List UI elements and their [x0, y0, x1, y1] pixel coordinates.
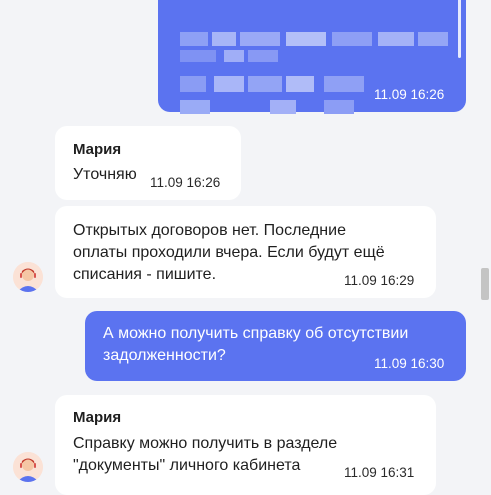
- chat-history: 11.09 16:26 Мария Уточняю 11.09 16:26 От…: [0, 0, 491, 495]
- sender-name: Мария: [73, 141, 122, 158]
- chat-scrollbar-thumb[interactable]: [481, 268, 489, 300]
- incoming-message[interactable]: Мария Справку можно получить в разделе "…: [55, 395, 436, 495]
- outgoing-message-blurred[interactable]: 11.09 16:26: [158, 0, 466, 114]
- message-text-line: задолженности?: [103, 347, 226, 364]
- chat-scrollbar-track[interactable]: [478, 0, 491, 486]
- sender-name: Мария: [73, 409, 122, 426]
- message-text-line: "документы" личного кабинета: [73, 457, 301, 474]
- incoming-message[interactable]: Открытых договоров нет. Последние оплаты…: [55, 206, 436, 298]
- message-time: 11.09 16:29: [344, 273, 415, 288]
- message-text: Уточняю: [73, 166, 137, 183]
- message-time: 11.09 16:30: [374, 356, 445, 371]
- message-time: 11.09 16:26: [374, 87, 445, 102]
- message-time: 11.09 16:31: [344, 465, 415, 480]
- agent-avatar-icon: [13, 262, 43, 292]
- blurred-content: [174, 2, 448, 114]
- message-text-line: списания - пишите.: [73, 266, 217, 283]
- message-text-line: Открытых договоров нет. Последние: [73, 222, 346, 239]
- message-text-line: Справку можно получить в разделе: [73, 435, 338, 452]
- agent-avatar-icon: [13, 452, 43, 482]
- message-scrollbar[interactable]: [458, 0, 461, 58]
- message-text-line: оплаты проходили вчера. Если будут ещё: [73, 244, 385, 261]
- incoming-message[interactable]: Мария Уточняю 11.09 16:26: [55, 126, 241, 200]
- message-text-line: А можно получить справку об отсутствии: [103, 325, 409, 342]
- message-time: 11.09 16:26: [150, 175, 221, 190]
- outgoing-message[interactable]: А можно получить справку об отсутствии з…: [85, 311, 466, 381]
